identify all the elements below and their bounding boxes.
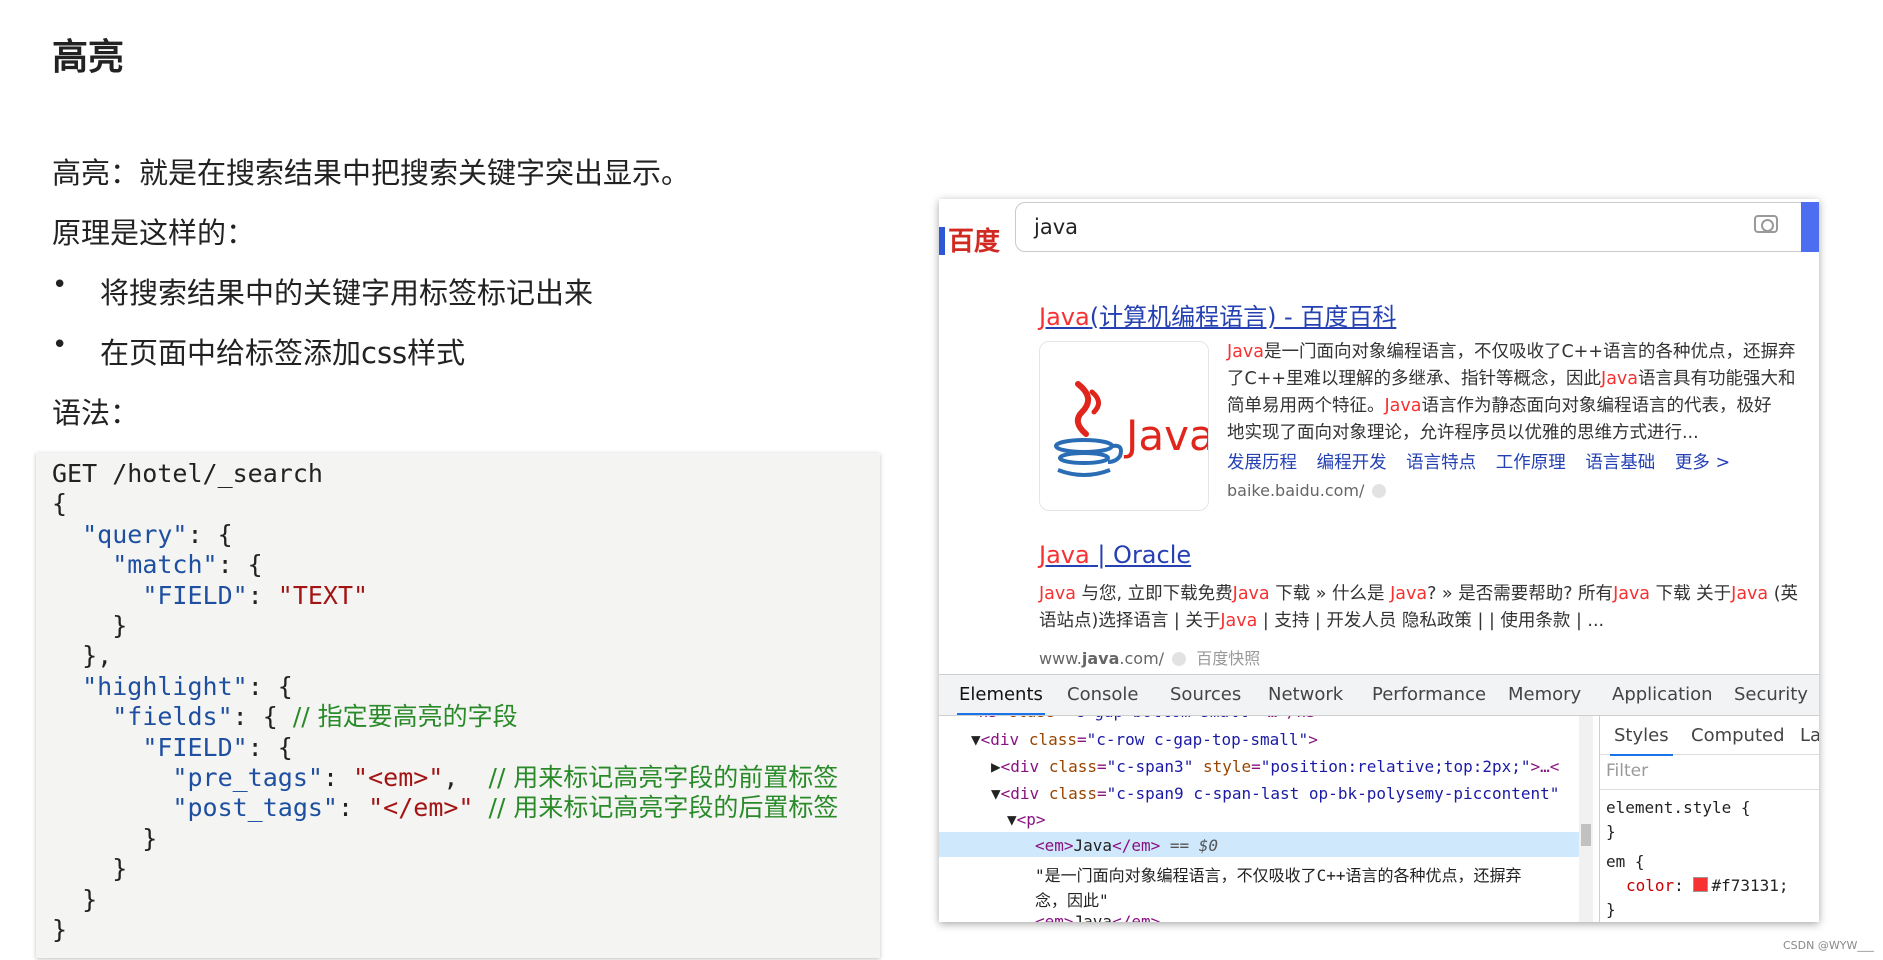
text-node[interactable]: 念，因此" — [1035, 887, 1109, 911]
styles-pane: Styles Computed La Filter element.style … — [1599, 716, 1819, 922]
code-block: GET /hotel/_search { "query": { "match":… — [36, 453, 880, 958]
tab-sources[interactable]: Sources — [1170, 684, 1241, 705]
bullet-item: 在页面中给标签添加css样式 — [100, 336, 466, 370]
elements-scrollbar[interactable] — [1579, 716, 1593, 922]
styles-tabbar: Styles Computed La — [1600, 716, 1819, 756]
tab-security[interactable]: Security — [1734, 684, 1808, 705]
devtools-tabbar: Elements Console Sources Network Perform… — [939, 675, 1819, 716]
tab-elements[interactable]: Elements — [957, 684, 1045, 715]
comment-post-tags: // 用来标记高亮字段的后置标签 — [488, 793, 839, 823]
sublink-principle[interactable]: 工作原理 — [1496, 453, 1566, 473]
snippet-text: (英 — [1768, 584, 1799, 604]
elements-tree[interactable]: <h3 class="c-gap-bottom-small">…</h3> ▼<… — [939, 716, 1597, 922]
highlighted-keyword: Java — [1232, 584, 1270, 604]
info-dot-icon — [1172, 652, 1187, 666]
snippet-text: ? » 是否需要帮助? 所有 — [1427, 584, 1614, 604]
code-text: GET /hotel/_search { "query": { "match":… — [52, 459, 839, 945]
sublink-dev[interactable]: 编程开发 — [1317, 453, 1387, 473]
highlighted-keyword: Java — [1039, 584, 1076, 604]
dom-node[interactable]: ▼<div class="c-row c-gap-top-small"> — [971, 730, 1318, 749]
dom-node[interactable]: ▼<p> — [1007, 810, 1046, 829]
sublink-history[interactable]: 发展历程 — [1227, 453, 1297, 473]
close-brace: } — [1606, 822, 1616, 841]
baidu-logo[interactable]: 百度 — [939, 221, 1000, 258]
dom-node[interactable]: <h3 class="c-gap-bottom-small">…</h3> — [969, 716, 1325, 721]
highlighted-keyword: Java — [1731, 584, 1769, 604]
search-value: java — [1034, 215, 1078, 239]
thumb-java-text: Java — [1123, 411, 1208, 460]
java-logo-image[interactable]: Java — [1039, 341, 1209, 511]
tab-network[interactable]: Network — [1268, 684, 1343, 705]
highlighted-keyword: Java — [1613, 584, 1651, 604]
info-dot-icon — [1372, 484, 1387, 498]
tab-computed[interactable]: Computed — [1691, 725, 1785, 746]
color-declaration[interactable]: color: #f73131; — [1626, 876, 1789, 895]
tab-styles[interactable]: Styles — [1610, 725, 1673, 756]
result-title-oracle[interactable]: Java | Oracle — [1039, 541, 1191, 569]
camera-icon[interactable] — [1754, 215, 1778, 233]
sublink-more[interactable]: 更多 > — [1675, 453, 1730, 473]
snippet-text: 下载 » 什么是 — [1269, 584, 1391, 604]
snippet-text: 与您, 立即下载免费 — [1075, 584, 1233, 604]
browser-screenshot: 百度 java Java(计算机编程语言) - 百度百科 Java Java是一… — [939, 199, 1819, 922]
principle-text: 原理是这样的： — [52, 216, 256, 250]
request-line: GET /hotel/_search — [52, 459, 323, 488]
tab-memory[interactable]: Memory — [1508, 684, 1581, 705]
text-node[interactable]: "是一门面向对象编程语言，不仅吸收了C++语言的各种优点，还摒弃 — [1035, 862, 1522, 886]
tab-layout[interactable]: La — [1800, 725, 1819, 746]
result-url-baike[interactable]: baike.baidu.com/ — [1227, 481, 1387, 500]
snippet-text: 语站点)选择语言 | 关于 — [1039, 611, 1221, 631]
result-snippet-baike: Java是一门面向对象编程语言，不仅吸收了C++语言的各种优点，还摒弃 了C++… — [1227, 342, 1796, 443]
result-sublinks: 发展历程 编程开发 语言特点 工作原理 语言基础 更多 > — [1227, 449, 1744, 474]
search-button[interactable] — [1801, 202, 1819, 252]
highlighted-keyword: Java — [1390, 584, 1428, 604]
sublink-features[interactable]: 语言特点 — [1406, 453, 1476, 473]
dom-node[interactable]: ▶<div class="c-span3" style="position:re… — [991, 757, 1559, 776]
tab-performance[interactable]: Performance — [1372, 684, 1486, 705]
tab-console[interactable]: Console — [1067, 684, 1138, 705]
comment-fields: // 指定要高亮的字段 — [292, 702, 518, 732]
snapshot-link[interactable]: 百度快照 — [1196, 649, 1260, 668]
snippet-text: | 支持 | 开发人员 隐私政策 | | 使用条款 | ... — [1257, 611, 1605, 631]
dom-node[interactable]: ▼<div class="c-span9 c-span-last op-bk-p… — [991, 784, 1559, 803]
syntax-label: 语法： — [52, 396, 140, 430]
search-input[interactable]: java — [1015, 202, 1803, 252]
close-brace: } — [1606, 900, 1616, 919]
devtools-panel: Elements Console Sources Network Perform… — [939, 674, 1819, 922]
selected-dom-node[interactable]: <em>Java</em> == $0 — [1035, 836, 1218, 855]
tab-application[interactable]: Application — [1612, 684, 1713, 705]
result-url-oracle[interactable]: www.java.com/ 百度快照 — [1039, 645, 1260, 669]
comment-pre-tags: // 用来标记高亮字段的前置标签 — [488, 763, 839, 793]
em-rule[interactable]: em { — [1606, 852, 1645, 871]
definition-text: 高亮：就是在搜索结果中把搜索关键字突出显示。 — [52, 156, 691, 190]
dom-node[interactable]: <em>Java</em> — [1035, 912, 1160, 922]
result-snippet-oracle: Java 与您, 立即下载免费Java 下载 » 什么是 Java? » 是否需… — [1039, 581, 1809, 635]
bullet-item: 将搜索结果中的关键字用标签标记出来 — [100, 276, 594, 310]
slide-title: 高亮 — [52, 37, 125, 78]
element-style-rule[interactable]: element.style { — [1606, 798, 1751, 817]
watermark: CSDN @WYW___ — [1783, 939, 1874, 952]
bullet-dot-icon: • — [52, 270, 68, 300]
snippet-text: 下载 关于 — [1650, 584, 1732, 604]
bullet-dot-icon: • — [52, 330, 68, 360]
result-title-baike[interactable]: Java(计算机编程语言) - 百度百科 — [1039, 297, 1396, 332]
highlighted-keyword: Java — [1220, 611, 1258, 631]
color-swatch-icon[interactable] — [1693, 877, 1709, 892]
styles-filter-input[interactable]: Filter — [1600, 755, 1819, 790]
sublink-basics[interactable]: 语言基础 — [1585, 453, 1655, 473]
